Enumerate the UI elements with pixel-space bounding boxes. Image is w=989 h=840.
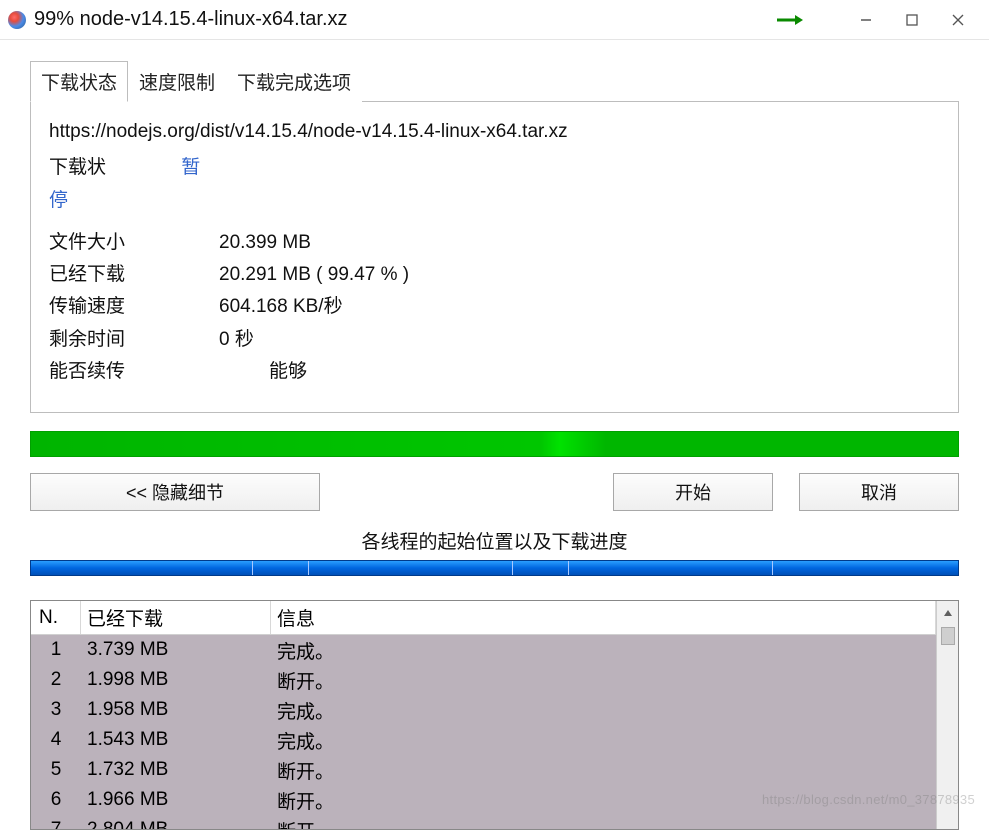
thread-segment (773, 561, 958, 575)
cell-downloaded: 1.998 MB (81, 669, 271, 691)
file-size-value: 20.399 MB (219, 227, 311, 259)
tab-row: 下载状态 速度限制 下载完成选项 (30, 60, 959, 101)
threads-progress-bar (30, 560, 959, 576)
cell-info: 完成。 (271, 697, 936, 724)
resumable-value: 能够 (269, 356, 307, 388)
hide-details-button[interactable]: << 隐藏细节 (30, 473, 320, 511)
tab-on-complete[interactable]: 下载完成选项 (226, 61, 362, 102)
speed-value: 604.168 KB/秒 (219, 291, 343, 323)
scroll-up-icon[interactable] (937, 601, 958, 625)
download-url: https://nodejs.org/dist/v14.15.4/node-v1… (49, 116, 940, 148)
start-button[interactable]: 开始 (613, 473, 773, 511)
table-row[interactable]: 41.543 MB完成。 (31, 725, 936, 755)
speed-label: 传输速度 (49, 291, 219, 323)
details-panel: https://nodejs.org/dist/v14.15.4/node-v1… (30, 101, 959, 413)
cell-info: 断开。 (271, 817, 936, 830)
col-info[interactable]: 信息 (271, 601, 936, 634)
file-size-label: 文件大小 (49, 227, 219, 259)
tab-download-status[interactable]: 下载状态 (30, 61, 128, 102)
cell-downloaded: 1.958 MB (81, 699, 271, 721)
downloaded-value: 20.291 MB ( 99.47 % ) (219, 259, 409, 291)
cell-n: 2 (31, 669, 81, 691)
transfer-arrow-icon (777, 13, 803, 27)
table-row[interactable]: 61.966 MB断开。 (31, 785, 936, 815)
cell-n: 3 (31, 699, 81, 721)
col-downloaded[interactable]: 已经下载 (81, 601, 271, 634)
cell-n: 7 (31, 819, 81, 829)
cell-downloaded: 3.739 MB (81, 639, 271, 661)
maximize-button[interactable] (889, 5, 935, 35)
app-icon (8, 11, 26, 29)
cell-info: 断开。 (271, 667, 936, 694)
tab-speed-limit[interactable]: 速度限制 (128, 61, 226, 102)
table-row[interactable]: 51.732 MB断开。 (31, 755, 936, 785)
cell-downloaded: 2.804 MB (81, 819, 271, 829)
thread-segment (31, 561, 253, 575)
titlebar: 99% node-v14.15.4-linux-x64.tar.xz (0, 0, 989, 40)
thread-segment (513, 561, 569, 575)
thread-segment (253, 561, 309, 575)
cell-downloaded: 1.543 MB (81, 729, 271, 751)
cell-n: 4 (31, 729, 81, 751)
window-title: 99% node-v14.15.4-linux-x64.tar.xz (34, 8, 348, 31)
cell-downloaded: 1.966 MB (81, 789, 271, 811)
remaining-label: 剩余时间 (49, 324, 219, 356)
remaining-value: 0 秒 (219, 324, 254, 356)
cell-n: 1 (31, 639, 81, 661)
thread-segment (309, 561, 513, 575)
cell-downloaded: 1.732 MB (81, 759, 271, 781)
col-n[interactable]: N. (31, 601, 81, 634)
resumable-label: 能否续传 (49, 356, 219, 388)
cell-n: 6 (31, 789, 81, 811)
cell-info: 完成。 (271, 727, 936, 754)
threads-table: N. 已经下载 信息 13.739 MB完成。21.998 MB断开。31.95… (30, 600, 959, 830)
cell-info: 断开。 (271, 787, 936, 814)
table-row[interactable]: 31.958 MB完成。 (31, 695, 936, 725)
scrollbar[interactable] (936, 601, 958, 829)
thread-segment (569, 561, 773, 575)
cell-info: 断开。 (271, 757, 936, 784)
downloaded-label: 已经下载 (49, 259, 219, 291)
scroll-thumb[interactable] (941, 627, 955, 645)
cell-info: 完成。 (271, 637, 936, 664)
table-header: N. 已经下载 信息 (31, 601, 936, 635)
table-row[interactable]: 72.804 MB断开。 (31, 815, 936, 829)
table-row[interactable]: 21.998 MB断开。 (31, 665, 936, 695)
cell-n: 5 (31, 759, 81, 781)
close-button[interactable] (935, 5, 981, 35)
threads-caption: 各线程的起始位置以及下载进度 (30, 527, 959, 554)
minimize-button[interactable] (843, 5, 889, 35)
progress-bar (30, 431, 959, 457)
table-row[interactable]: 13.739 MB完成。 (31, 635, 936, 665)
status-label: 下载状 暂停 (49, 152, 219, 217)
cancel-button[interactable]: 取消 (799, 473, 959, 511)
